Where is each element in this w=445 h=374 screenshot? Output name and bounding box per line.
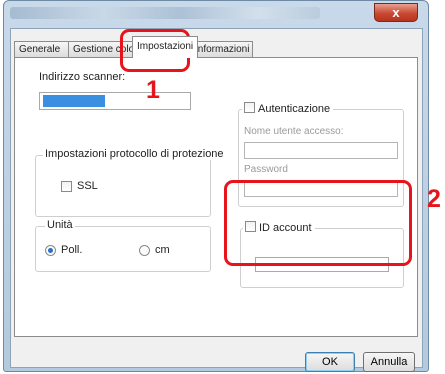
auth-checkbox-label: Autenticazione [258, 103, 331, 115]
password-label: Password [244, 164, 288, 175]
auth-group-header: Autenticazione [242, 102, 334, 115]
unit-group-title: Unità [45, 219, 75, 231]
ok-button[interactable]: OK [305, 352, 355, 372]
username-label: Nome utente accesso: [244, 126, 344, 137]
ssl-checkbox[interactable] [61, 181, 72, 192]
callout-number-1: 1 [146, 76, 160, 104]
unit-option-poll-label: Poll. [61, 244, 83, 256]
username-field[interactable] [244, 142, 398, 159]
close-button[interactable]: x [374, 3, 418, 22]
protection-group-title: Impostazioni protocollo di protezione [43, 148, 226, 160]
window-title-blurred [10, 7, 320, 19]
unit-radio-cm[interactable] [139, 245, 150, 256]
close-icon: x [392, 5, 400, 20]
unit-groupbox: Unità Poll. cm [35, 219, 211, 272]
callout-box-2 [224, 180, 412, 266]
scanner-address-field[interactable]: 192.168.0.10 [39, 92, 191, 110]
callout-number-2: 2 [427, 185, 441, 213]
auth-checkbox[interactable] [244, 102, 255, 113]
ssl-label: SSL [77, 180, 98, 192]
cancel-button[interactable]: Annulla [363, 352, 415, 372]
tab-impostazioni[interactable]: Impostazioni [132, 36, 198, 58]
protection-groupbox: Impostazioni protocollo di protezione SS… [35, 148, 226, 217]
tab-informazioni-su[interactable]: Informazioni su [197, 41, 253, 57]
tab-generale[interactable]: Generale [14, 41, 69, 57]
unit-radio-poll[interactable] [45, 245, 56, 256]
scanner-address-value: 192.168.0.10 [43, 95, 106, 107]
scanner-address-label: Indirizzo scanner: [39, 71, 126, 83]
unit-option-cm-label: cm [155, 244, 170, 256]
